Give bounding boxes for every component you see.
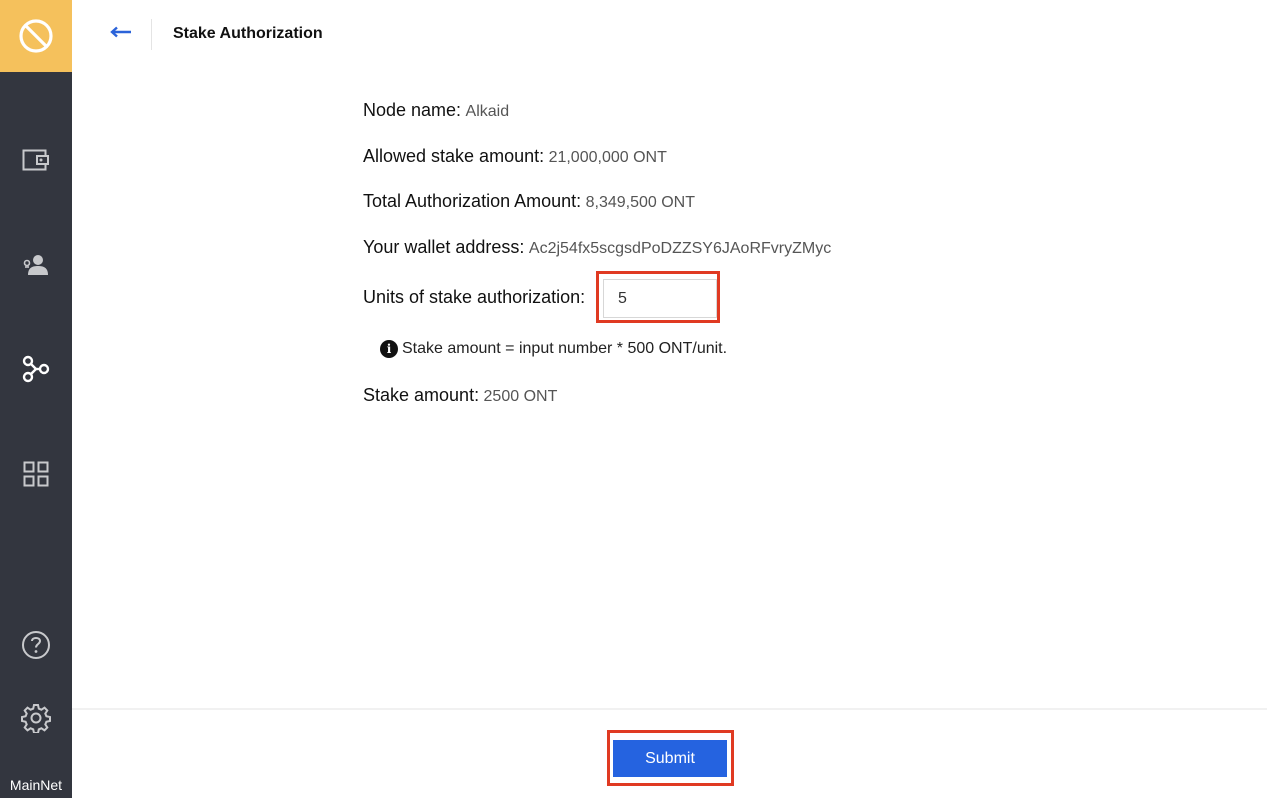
units-row: Units of stake authorization: — [363, 287, 585, 308]
stake-amount-row: Stake amount: 2500 ONT — [363, 385, 557, 406]
sidebar-item-wallet[interactable] — [0, 142, 72, 182]
wallet-icon — [22, 149, 50, 176]
user-icon — [22, 253, 50, 282]
sidebar-item-help[interactable] — [0, 627, 72, 667]
total-authorization-row: Total Authorization Amount: 8,349,500 ON… — [363, 191, 695, 212]
gear-icon — [21, 703, 51, 738]
wallet-address-row: Your wallet address: Ac2j54fx5scgsdPoDZZ… — [363, 237, 831, 258]
header-divider — [151, 19, 152, 50]
back-button[interactable] — [108, 22, 134, 46]
node-name-label: Node name: — [363, 100, 462, 120]
network-label: MainNet — [9, 777, 63, 793]
sidebar-item-node-stake[interactable] — [0, 351, 72, 391]
arrow-left-icon — [110, 25, 132, 43]
footer: Submit — [72, 708, 1267, 798]
stake-amount-label: Stake amount: — [363, 385, 480, 405]
allowed-stake-row: Allowed stake amount: 21,000,000 ONT — [363, 146, 667, 167]
wallet-address-value: Ac2j54fx5scgsdPoDZZSY6JAoRFvryZMyc — [528, 240, 832, 257]
units-input[interactable] — [603, 279, 717, 318]
info-icon: i — [380, 340, 398, 358]
grid-icon — [23, 461, 49, 492]
units-label: Units of stake authorization: — [363, 287, 586, 307]
total-authorization-value: 8,349,500 ONT — [585, 194, 695, 211]
help-icon — [21, 630, 51, 665]
hint-text: Stake amount = input number * 500 ONT/un… — [402, 340, 728, 357]
total-authorization-label: Total Authorization Amount: — [363, 191, 582, 211]
wallet-address-label: Your wallet address: — [363, 237, 525, 257]
allowed-stake-value: 21,000,000 ONT — [548, 149, 667, 166]
ontology-logo-icon[interactable] — [0, 0, 72, 72]
submit-button[interactable]: Submit — [613, 740, 727, 777]
sidebar-item-apps[interactable] — [0, 456, 72, 496]
nodes-icon — [21, 354, 51, 389]
sidebar-item-settings[interactable] — [0, 700, 72, 740]
stake-amount-value: 2500 ONT — [483, 388, 558, 405]
allowed-stake-label: Allowed stake amount: — [363, 146, 545, 166]
stake-hint: i Stake amount = input number * 500 ONT/… — [380, 340, 727, 358]
node-name-value: Alkaid — [465, 103, 510, 120]
sidebar: MainNet — [0, 0, 72, 798]
sidebar-item-identity[interactable] — [0, 247, 72, 287]
header: Stake Authorization — [72, 0, 1267, 70]
node-name-row: Node name: Alkaid — [363, 100, 509, 121]
page-title: Stake Authorization — [173, 25, 323, 42]
